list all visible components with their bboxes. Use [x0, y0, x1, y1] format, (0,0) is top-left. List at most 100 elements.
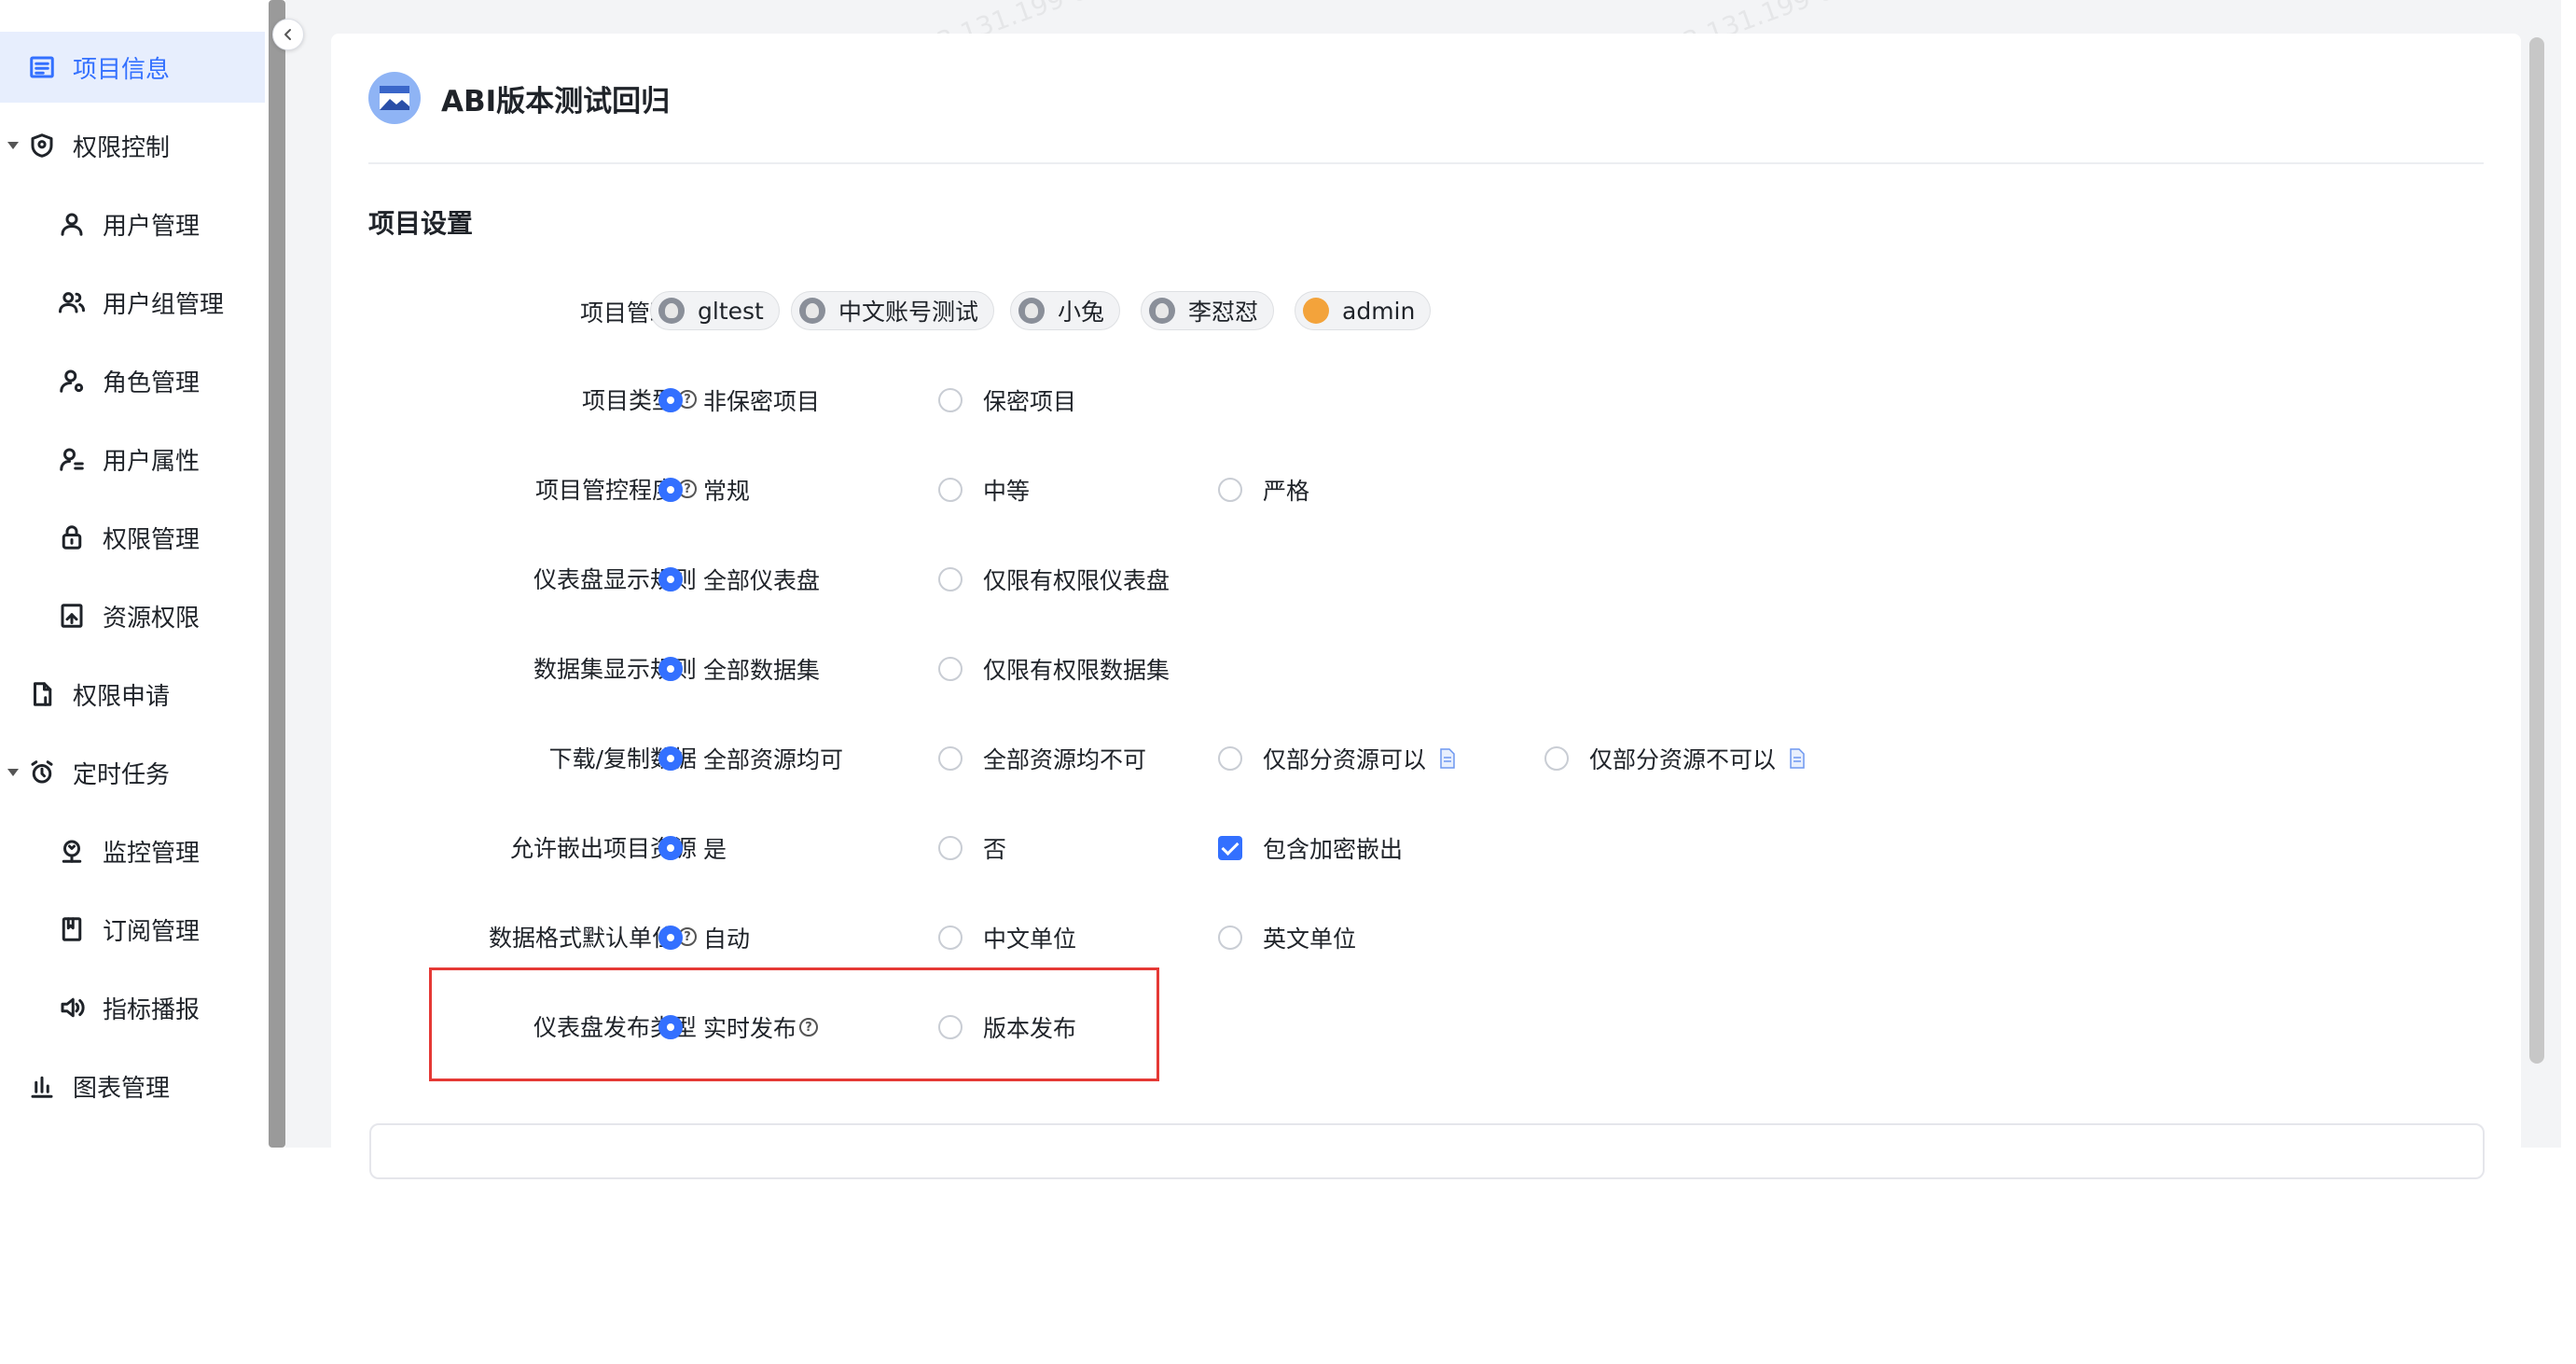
- project-image-icon: [380, 86, 409, 110]
- monitor-icon: [56, 835, 88, 867]
- radio-unchecked[interactable]: [938, 836, 963, 860]
- sidebar-item-metric-broadcast[interactable]: 指标播报: [0, 972, 265, 1043]
- sidebar-scrollbar[interactable]: [269, 0, 285, 1148]
- highlight-box: [429, 967, 1159, 1081]
- radio-unchecked[interactable]: [938, 478, 963, 502]
- sidebar-item-label: 指标播报: [103, 995, 201, 1024]
- sidebar-item-chart-management[interactable]: 图表管理: [0, 1051, 265, 1121]
- manager-chip[interactable]: admin: [1295, 291, 1432, 330]
- project-avatar: [368, 72, 421, 124]
- radio-unchecked[interactable]: [938, 567, 963, 592]
- sidebar-item-label: 订阅管理: [103, 917, 201, 946]
- sidebar-item-user-group-management[interactable]: 用户组管理: [0, 267, 265, 338]
- sidebar-item-label: 权限管理: [103, 525, 201, 554]
- radio-option[interactable]: 仅限有权限数据集: [938, 652, 1170, 686]
- chip-label: 李怼怼: [1188, 299, 1259, 326]
- sidebar-item-scheduled-tasks[interactable]: 定时任务: [0, 737, 265, 808]
- sidebar-item-resource-permission[interactable]: 资源权限: [0, 580, 265, 651]
- sidebar-item-user-attribute[interactable]: 用户属性: [0, 424, 265, 494]
- manager-chip[interactable]: 小兔: [1010, 291, 1121, 330]
- radio-option[interactable]: 中文单位: [938, 921, 1076, 954]
- avatar: [1018, 298, 1045, 324]
- divider: [368, 162, 2484, 164]
- radio-unchecked[interactable]: [1218, 746, 1242, 771]
- radio-option[interactable]: 非保密项目: [658, 383, 820, 417]
- radio-checked[interactable]: [658, 746, 683, 771]
- radio-option[interactable]: 全部仪表盘: [658, 563, 820, 596]
- project-title: ABI版本测试回归: [441, 84, 671, 118]
- checkbox-checked[interactable]: [1218, 836, 1242, 860]
- bookmark-icon: [56, 913, 88, 945]
- radio-option[interactable]: 仅部分资源可以: [1218, 742, 1456, 775]
- sidebar-item-permission-control[interactable]: 权限控制: [0, 110, 265, 181]
- section-title: 项目设置: [368, 208, 474, 239]
- radio-option[interactable]: 保密项目: [938, 383, 1076, 417]
- radio-option[interactable]: 严格: [1218, 473, 1309, 507]
- sidebar-item-label: 用户属性: [103, 447, 201, 476]
- radio-option[interactable]: 全部资源均不可: [938, 742, 1146, 775]
- document-icon[interactable]: [1789, 748, 1806, 769]
- radio-unchecked[interactable]: [1218, 926, 1242, 950]
- sidebar-item-label: 监控管理: [103, 839, 201, 868]
- radio-unchecked[interactable]: [1544, 746, 1569, 771]
- radio-checked[interactable]: [658, 657, 683, 681]
- option-label: 仅部分资源不可以: [1589, 746, 1777, 773]
- option-label: 仅部分资源可以: [1263, 746, 1427, 773]
- bar-chart-icon: [26, 1070, 58, 1102]
- radio-option[interactable]: 全部数据集: [658, 652, 820, 686]
- document-icon[interactable]: [1439, 748, 1456, 769]
- radio-option[interactable]: 常规: [658, 473, 750, 507]
- radio-checked[interactable]: [658, 836, 683, 860]
- sidebar-item-permission-management[interactable]: 权限管理: [0, 502, 265, 573]
- sidebar-item-label: 用户组管理: [103, 290, 225, 319]
- radio-option[interactable]: 是: [658, 831, 727, 865]
- manager-chip[interactable]: 中文账号测试: [791, 291, 995, 330]
- chip-label: 小兔: [1058, 299, 1105, 326]
- role-icon: [56, 365, 88, 397]
- collapse-sidebar-button[interactable]: [272, 19, 304, 50]
- radio-unchecked[interactable]: [938, 926, 963, 950]
- radio-option[interactable]: 自动: [658, 921, 750, 954]
- checkbox-option[interactable]: 包含加密嵌出: [1218, 831, 1403, 865]
- sidebar-item-subscription-management[interactable]: 订阅管理: [0, 894, 265, 965]
- permission-request-icon: [26, 678, 58, 710]
- radio-option[interactable]: 仅限有权限仪表盘: [938, 563, 1170, 596]
- radio-checked[interactable]: [658, 567, 683, 592]
- radio-option[interactable]: 全部资源均可: [658, 742, 843, 775]
- radio-checked[interactable]: [658, 478, 683, 502]
- radio-unchecked[interactable]: [938, 657, 963, 681]
- option-label: 全部数据集: [703, 657, 821, 684]
- radio-checked[interactable]: [658, 388, 683, 412]
- sidebar-item-label: 用户管理: [103, 212, 201, 241]
- speaker-icon: [56, 992, 88, 1023]
- manager-chip[interactable]: 李怼怼: [1141, 291, 1275, 330]
- sidebar-item-monitor-management[interactable]: 监控管理: [0, 815, 265, 886]
- option-label: 自动: [703, 926, 751, 953]
- radio-option[interactable]: 中等: [938, 473, 1030, 507]
- option-label: 否: [983, 836, 1007, 863]
- sidebar-item-role-management[interactable]: 角色管理: [0, 345, 265, 416]
- radio-checked[interactable]: [658, 926, 683, 950]
- option-label: 严格: [1263, 478, 1310, 505]
- option-label: 中等: [983, 478, 1031, 505]
- avatar: [1303, 298, 1329, 324]
- radio-unchecked[interactable]: [938, 388, 963, 412]
- chevron-left-icon: [284, 29, 291, 40]
- manager-chip[interactable]: gltest: [650, 291, 780, 330]
- radio-option[interactable]: 否: [938, 831, 1006, 865]
- option-label: 常规: [703, 478, 751, 505]
- sidebar-item-project-info[interactable]: 项目信息: [0, 32, 265, 103]
- option-label: 非保密项目: [703, 388, 821, 415]
- option-label: 仅限有权限仪表盘: [983, 567, 1170, 594]
- label-text: 数据格式默认单位: [488, 925, 675, 952]
- list-icon: [26, 51, 58, 83]
- radio-unchecked[interactable]: [938, 746, 963, 771]
- page-scrollbar[interactable]: [2529, 37, 2544, 1064]
- user-attribute-icon: [56, 443, 88, 475]
- radio-option[interactable]: 仅部分资源不可以: [1544, 742, 1806, 775]
- sidebar-item-label: 项目信息: [73, 55, 171, 84]
- sidebar-item-permission-request[interactable]: 权限申请: [0, 659, 265, 730]
- sidebar-item-user-management[interactable]: 用户管理: [0, 188, 265, 259]
- radio-option[interactable]: 英文单位: [1218, 921, 1356, 954]
- radio-unchecked[interactable]: [1218, 478, 1242, 502]
